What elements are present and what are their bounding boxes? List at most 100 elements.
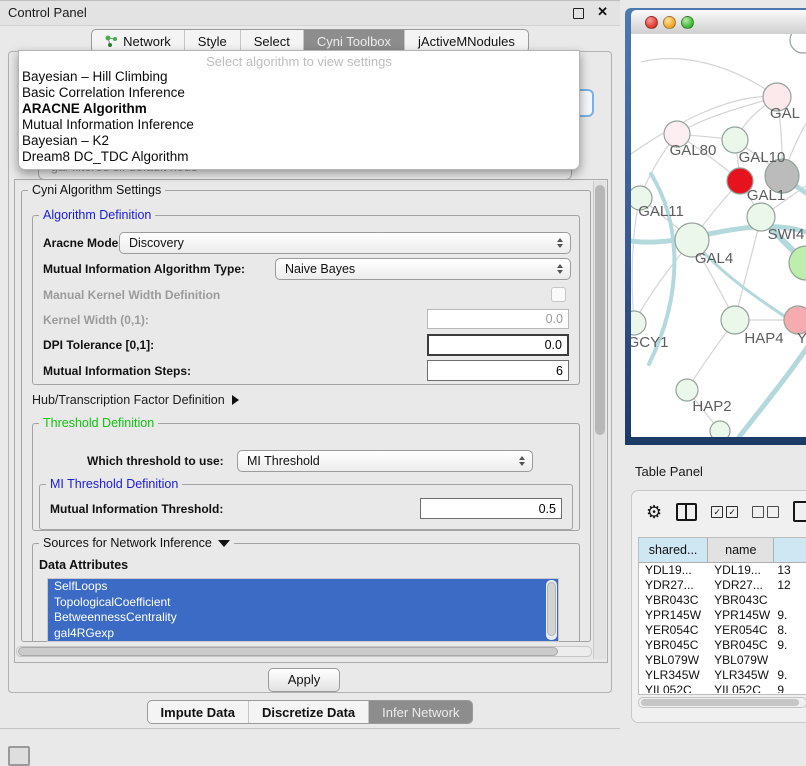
tab-impute-data[interactable]: Impute Data <box>148 701 248 723</box>
table-row[interactable]: YIL052C YIL052C 9 <box>639 683 806 693</box>
tab-infer-network[interactable]: Infer Network <box>368 701 472 723</box>
gear-icon[interactable]: ⚙ <box>646 502 662 522</box>
cell: 8. <box>774 623 806 638</box>
cell <box>774 653 806 668</box>
split-columns-icon[interactable] <box>676 503 697 521</box>
algorithm-definition-group: Algorithm Definition Aracne Mode: Discov… <box>32 215 580 385</box>
table-row[interactable]: YPR145W YPR145W 9. <box>639 608 806 623</box>
checked-box-icon: ✓ <box>711 506 723 518</box>
control-panel: Control Panel ✕ Network Style Select <box>0 0 620 729</box>
mi-type-label: Mutual Information Algorithm Type: <box>43 262 245 276</box>
list-item-gal4rgexp[interactable]: gal4RGexp <box>48 626 558 642</box>
column-header-partial[interactable] <box>774 538 806 562</box>
settings-scrollpane: Cyni Algorithm Settings Algorithm Defini… <box>14 179 608 663</box>
mi-steps-field[interactable] <box>427 360 569 381</box>
table-row[interactable]: YDR27... YDR27... 12 <box>639 578 806 593</box>
mi-threshold-group: MI Threshold Definition Mutual Informati… <box>39 484 573 530</box>
sources-title-row[interactable]: Sources for Network Inference <box>39 536 234 550</box>
aracne-mode-value: Discovery <box>129 236 184 250</box>
list-item-topologicalcoefficient[interactable]: TopologicalCoefficient <box>48 595 558 611</box>
cell: 13 <box>774 563 806 578</box>
dropdown-item-aracne[interactable]: ARACNE Algorithm <box>19 101 579 117</box>
select-all-columns-button[interactable]: ✓ ✓ <box>711 506 738 518</box>
mi-threshold-group-title: MI Threshold Definition <box>46 477 182 491</box>
tab-discretize-data-label: Discretize Data <box>262 705 355 720</box>
cell: YBL079W <box>639 653 708 668</box>
chevron-updown-icon <box>557 238 563 248</box>
apply-button[interactable]: Apply <box>268 668 340 692</box>
manual-kernel-checkbox[interactable] <box>551 287 566 302</box>
tab-style[interactable]: Style <box>184 30 240 52</box>
network-canvas[interactable]: GAL GAL80 GAL10 GAL1 GAL11 SWI4 GAL4 GCY… <box>631 34 806 437</box>
cell: YPR145W <box>639 608 708 623</box>
node-unlabeled-top[interactable] <box>790 34 806 53</box>
node-gcy1[interactable] <box>631 311 646 335</box>
unchecked-box-icon <box>767 506 779 518</box>
dropdown-item-bayesian-k2[interactable]: Bayesian – K2 <box>19 133 579 149</box>
minimized-panel-button[interactable] <box>8 746 30 766</box>
table-row[interactable]: YBR043C YBR043C <box>639 593 806 608</box>
sources-group: Sources for Network Inference Data Attri… <box>32 543 580 642</box>
aracne-mode-combo[interactable]: Discovery <box>119 232 571 254</box>
tab-cyni-toolbox[interactable]: Cyni Toolbox <box>303 30 404 52</box>
document-icon[interactable] <box>793 501 806 522</box>
node-label: GAL11 <box>638 203 684 220</box>
node-table: shared... name YDL19... YDL19... 13 YDR2… <box>638 537 806 695</box>
dropdown-item-bayesian-hill-climbing[interactable]: Bayesian – Hill Climbing <box>19 69 579 85</box>
attributes-scrollbar <box>546 580 557 640</box>
close-traffic-icon[interactable] <box>645 16 658 29</box>
tab-jactivemnodules[interactable]: jActiveMNodules <box>404 30 528 52</box>
cell: YDR27... <box>639 578 708 593</box>
cell: 9. <box>774 638 806 653</box>
settings-horizontal-scrollbar <box>16 646 592 657</box>
zoom-traffic-icon[interactable] <box>681 16 694 29</box>
node-label: Y <box>797 330 806 347</box>
mi-threshold-field[interactable] <box>420 498 562 519</box>
tab-select[interactable]: Select <box>240 30 303 52</box>
tab-network[interactable]: Network <box>92 30 184 52</box>
node-label: GCY1 <box>631 334 668 351</box>
chevron-updown-icon <box>557 264 563 274</box>
hub-definition-disclosure[interactable]: Hub/Transcription Factor Definition <box>32 393 239 407</box>
settings-vertical-scrollbar <box>593 181 606 659</box>
cell: YBR045C <box>708 638 774 653</box>
close-icon[interactable]: ✕ <box>597 4 608 20</box>
cell: YBL079W <box>708 653 774 668</box>
node-bottom-partial[interactable] <box>710 421 730 437</box>
list-item-selfloops[interactable]: SelfLoops <box>48 579 558 595</box>
chevron-updown-icon <box>519 456 525 466</box>
triangle-right-icon <box>232 395 239 405</box>
dropdown-item-basic-correlation[interactable]: Basic Correlation Inference <box>19 85 579 101</box>
mi-type-combo[interactable]: Naive Bayes <box>275 258 571 280</box>
table-row[interactable]: YBL079W YBL079W <box>639 653 806 668</box>
table-row[interactable]: YBR045C YBR045C 9. <box>639 638 806 653</box>
cyni-algorithm-settings-group: Cyni Algorithm Settings Algorithm Defini… <box>21 190 591 642</box>
minimize-traffic-icon[interactable] <box>663 16 676 29</box>
column-header-name[interactable]: name <box>708 538 774 562</box>
dropdown-item-mutual-information[interactable]: Mutual Information Inference <box>19 117 579 133</box>
network-node-labels: GAL GAL80 GAL10 GAL1 GAL11 SWI4 GAL4 GCY… <box>631 105 806 415</box>
unselect-all-columns-button[interactable] <box>752 506 779 518</box>
column-header-shared[interactable]: shared... <box>639 538 708 562</box>
table-row[interactable]: YDL19... YDL19... 13 <box>639 563 806 578</box>
settings-horizontal-scrollbar-thumb[interactable] <box>18 647 558 656</box>
table-row[interactable]: YLR345W YLR345W 9. <box>639 668 806 683</box>
kernel-width-field[interactable] <box>427 309 569 329</box>
table-horizontal-scrollbar-thumb[interactable] <box>641 699 799 706</box>
tab-style-label: Style <box>198 34 227 49</box>
tab-discretize-data[interactable]: Discretize Data <box>248 701 368 723</box>
dpi-tolerance-field[interactable] <box>427 334 569 356</box>
dropdown-item-dream8[interactable]: Dream8 DC_TDC Algorithm <box>19 149 579 165</box>
tab-impute-data-label: Impute Data <box>161 705 235 720</box>
node-label: GAL4 <box>695 250 733 267</box>
sources-title: Sources for Network Inference <box>43 536 212 550</box>
table-panel: ⚙ ✓ ✓ shared... name YDL19... YDL19... 1… <box>631 490 806 723</box>
list-item-betweennesscentrality[interactable]: BetweennessCentrality <box>48 610 558 626</box>
attributes-scrollbar-thumb[interactable] <box>547 582 556 636</box>
table-row[interactable]: YER054C YER054C 8. <box>639 623 806 638</box>
cell: YER054C <box>639 623 708 638</box>
hub-definition-label: Hub/Transcription Factor Definition <box>32 393 225 407</box>
which-threshold-combo[interactable]: MI Threshold <box>237 450 533 472</box>
float-icon[interactable] <box>573 8 584 19</box>
settings-vertical-scrollbar-thumb[interactable] <box>595 185 605 435</box>
